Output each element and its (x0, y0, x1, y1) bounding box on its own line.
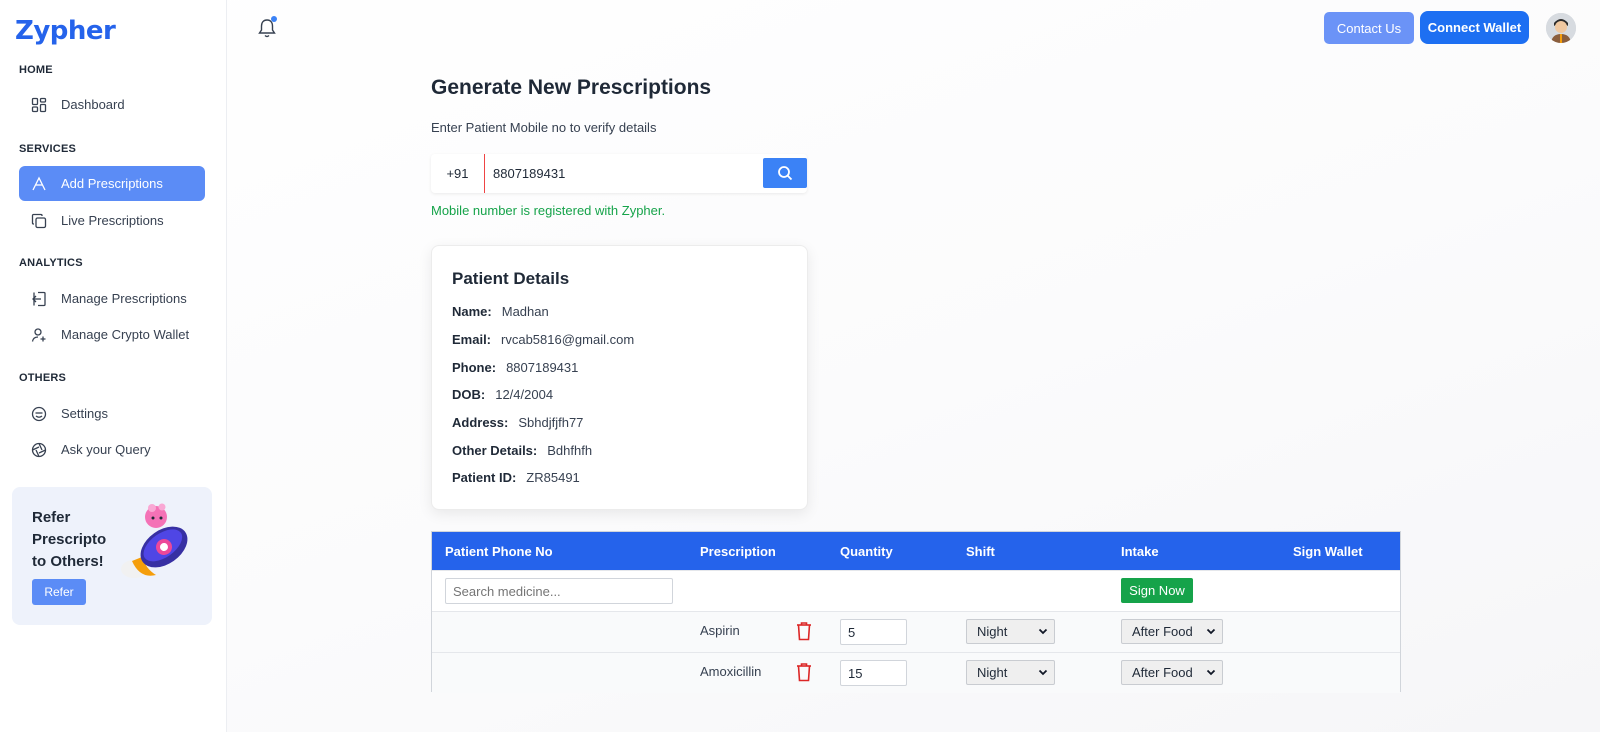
intake-value: After Food (1132, 665, 1193, 680)
verification-message: Mobile number is registered with Zypher. (431, 203, 666, 218)
phone-input[interactable] (486, 154, 756, 193)
detail-phone: Phone: 8807189431 (452, 360, 578, 375)
detail-dob: DOB: 12/4/2004 (452, 387, 553, 402)
column-header: Prescription (700, 544, 776, 559)
connect-wallet-button[interactable]: Connect Wallet (1420, 11, 1529, 44)
chevron-down-icon (1038, 628, 1048, 635)
shift-select[interactable]: Night (966, 660, 1055, 685)
detail-value: Sbhdjfjfh77 (518, 415, 584, 430)
shift-select[interactable]: Night (966, 619, 1055, 644)
card-title: Patient Details (452, 269, 570, 288)
detail-key: Patient ID: (452, 470, 517, 485)
sidebar-item-label: Manage Crypto Wallet (61, 327, 190, 342)
detail-address: Address: Sbhdjfjfh77 (452, 415, 583, 430)
search-icon (778, 166, 793, 181)
section-title-services: SERVICES (19, 143, 77, 155)
sidebar-item-ask-your-query[interactable]: Ask your Query (19, 432, 205, 467)
intake-select[interactable]: After Food (1121, 660, 1223, 685)
detail-key: Other Details: (452, 443, 538, 458)
sidebar-item-manage-prescriptions[interactable]: Manage Prescriptions (19, 281, 205, 316)
detail-key: Name: (452, 304, 492, 319)
sidebar: Zypher HOME Dashboard SERVICES Add Presc… (0, 0, 227, 732)
detail-key: DOB: (452, 387, 486, 402)
intake-select[interactable]: After Food (1121, 619, 1223, 644)
sidebar-item-label: Settings (61, 406, 108, 421)
country-code: +91 (446, 166, 469, 181)
column-header: Shift (966, 544, 995, 559)
detail-key: Phone: (452, 360, 497, 375)
quantity-input[interactable] (840, 619, 907, 645)
table-row: Aspirin Night After Food (432, 611, 1400, 652)
rocket-illustration-icon (121, 503, 188, 578)
avatar[interactable] (1546, 13, 1576, 43)
user-add-icon (31, 327, 47, 343)
column-header: Intake (1121, 544, 1159, 559)
sidebar-item-settings[interactable]: Settings (19, 396, 205, 431)
detail-other: Other Details: Bdhfhfh (452, 443, 592, 458)
detail-key: Address: (452, 415, 509, 430)
page-title: Generate New Prescriptions (431, 76, 712, 99)
medicine-name: Amoxicillin (700, 664, 762, 679)
detail-patient-id: Patient ID: ZR85491 (452, 470, 580, 485)
shift-value: Night (977, 665, 1008, 680)
page-subtitle: Enter Patient Mobile no to verify detail… (431, 120, 657, 135)
detail-key: Email: (452, 332, 492, 347)
detail-email: Email: rvcab5816@gmail.com (452, 332, 634, 347)
detail-value: Bdhfhfh (547, 443, 593, 458)
search-button[interactable] (763, 158, 807, 188)
medicine-name: Aspirin (700, 623, 740, 638)
sidebar-item-label: Dashboard (61, 97, 125, 112)
dashboard-icon (31, 97, 47, 113)
table-row-search: Sign Now (432, 570, 1400, 611)
detail-value: ZR85491 (526, 470, 580, 485)
quantity-input[interactable] (840, 660, 907, 686)
app-logo[interactable]: Zypher (15, 16, 116, 46)
phone-search-box: +91 (431, 154, 807, 193)
patient-details-card: Patient Details Name: Madhan Email: rvcab5… (431, 245, 808, 510)
table-header: Patient Phone No Prescription Quantity S… (432, 532, 1400, 570)
sidebar-item-label: Manage Prescriptions (61, 291, 187, 306)
notification-dot (271, 16, 277, 22)
sign-now-button[interactable]: Sign Now (1121, 578, 1193, 603)
refer-card: Refer Prescripto to Others! Refer (12, 487, 212, 625)
section-title-home: HOME (19, 64, 53, 76)
detail-value: rvcab5816@gmail.com (501, 332, 635, 347)
sidebar-item-manage-crypto-wallet[interactable]: Manage Crypto Wallet (19, 317, 205, 352)
trash-icon[interactable] (794, 661, 814, 683)
column-header: Quantity (840, 544, 893, 559)
intake-value: After Food (1132, 624, 1193, 639)
medicine-search-input[interactable] (445, 578, 673, 604)
chevron-down-icon (1038, 669, 1048, 676)
copy-icon (31, 213, 47, 229)
refer-button[interactable]: Refer (32, 579, 86, 605)
sidebar-item-dashboard[interactable]: Dashboard (19, 87, 205, 122)
detail-value: Madhan (501, 304, 549, 319)
section-title-others: OTHERS (19, 372, 67, 384)
column-header: Sign Wallet (1293, 544, 1363, 559)
column-header: Patient Phone No (445, 544, 553, 559)
settings-icon (31, 406, 47, 422)
sidebar-item-label: Live Prescriptions (61, 213, 164, 228)
contact-us-button[interactable]: Contact Us (1324, 12, 1414, 44)
sidebar-item-label: Ask your Query (61, 442, 151, 457)
detail-name: Name: Madhan (452, 304, 549, 319)
sidebar-item-add-prescriptions[interactable]: Add Prescriptions (19, 166, 205, 201)
logout-icon (31, 291, 47, 307)
section-title-analytics: ANALYTICS (19, 257, 83, 269)
aperture-icon (31, 442, 47, 458)
table-row: Amoxicillin Night After Food (432, 652, 1400, 693)
sidebar-item-label: Add Prescriptions (61, 176, 163, 191)
prescription-table: Patient Phone No Prescription Quantity S… (431, 531, 1401, 693)
prescription-icon (31, 176, 47, 192)
sidebar-item-live-prescriptions[interactable]: Live Prescriptions (19, 203, 205, 238)
shift-value: Night (977, 624, 1008, 639)
chevron-down-icon (1206, 628, 1216, 635)
detail-value: 12/4/2004 (495, 387, 554, 402)
detail-value: 8807189431 (506, 360, 579, 375)
chevron-down-icon (1206, 669, 1216, 676)
refer-text: Refer Prescripto to Others! (32, 509, 107, 570)
trash-icon[interactable] (794, 620, 814, 642)
input-divider (484, 154, 485, 193)
